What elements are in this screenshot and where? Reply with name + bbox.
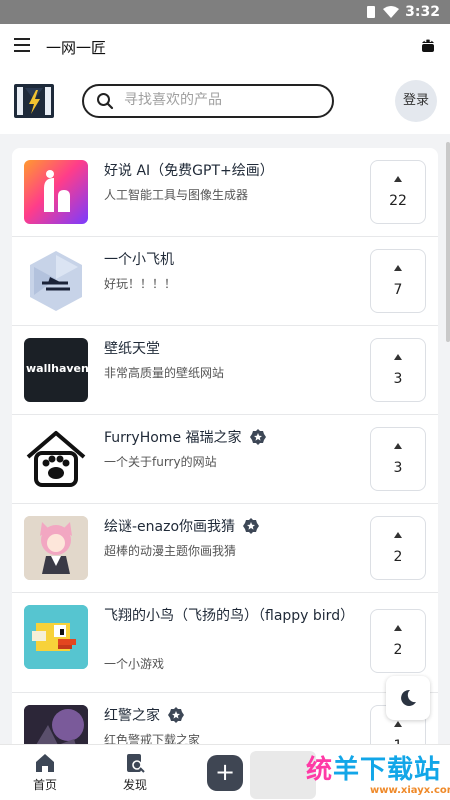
app-logo[interactable]: [14, 84, 54, 118]
upvote-button[interactable]: 7: [370, 249, 426, 313]
app-bar: 一网一匠: [0, 24, 450, 70]
nav-discover[interactable]: 发现: [110, 753, 160, 793]
flappy-bird-image: [24, 605, 88, 669]
product-description: 非常高质量的壁纸网站: [104, 366, 225, 380]
upvote-arrow-icon: [394, 176, 402, 182]
featured-star-icon: [243, 518, 260, 534]
moon-icon: [401, 689, 416, 706]
search-box[interactable]: [82, 84, 334, 118]
upvote-arrow-icon: [394, 532, 402, 538]
product-thumbnail: [24, 516, 88, 580]
wifi-icon: [383, 6, 399, 18]
add-button[interactable]: +: [207, 755, 243, 791]
vote-count: 22: [389, 193, 407, 209]
upvote-button[interactable]: 2: [370, 609, 426, 673]
search-input[interactable]: [124, 92, 324, 108]
red-alert-image: [24, 705, 88, 744]
product-thumbnail: [24, 705, 88, 744]
product-list-area[interactable]: 好说 AI（免费GPT+绘画） 人工智能工具与图像生成器 22 一个小飞机 好玩…: [0, 134, 450, 744]
product-description: 好玩！！！！: [104, 277, 177, 291]
dark-mode-toggle[interactable]: [386, 676, 430, 720]
android-icon[interactable]: [420, 36, 436, 54]
list-item[interactable]: 绘谜-enazo你画我猜 超棒的动漫主题你画我猜 2: [12, 504, 438, 593]
home-icon: [36, 754, 54, 772]
upvote-button[interactable]: 22: [370, 160, 426, 224]
list-item[interactable]: 飞翔的小鸟（飞扬的鸟）（flappy bird） 一个小游戏 2: [12, 593, 438, 693]
scrollbar[interactable]: [446, 142, 450, 342]
watermark: 统羊下载站 www.xiayx.com: [250, 747, 450, 800]
product-name[interactable]: 红警之家: [104, 705, 354, 727]
menu-icon[interactable]: [14, 38, 30, 52]
logo-icon: [17, 87, 51, 115]
discover-icon: [127, 754, 145, 773]
product-name[interactable]: 好说 AI（免费GPT+绘画）: [104, 160, 354, 182]
product-description: 超棒的动漫主题你画我猜: [104, 544, 237, 558]
vote-count: 2: [393, 549, 403, 565]
nav-discover-label: 发现: [122, 778, 147, 792]
vote-count: 3: [393, 460, 403, 476]
upvote-button[interactable]: 3: [370, 338, 426, 402]
featured-star-icon: [168, 707, 184, 723]
product-name[interactable]: 壁纸天堂: [104, 338, 354, 360]
app-title: 一网一匠: [46, 39, 107, 57]
product-description: 一个小游戏: [104, 657, 165, 671]
upvote-arrow-icon: [394, 625, 402, 631]
product-thumbnail: [24, 427, 88, 491]
nav-home[interactable]: 首页: [20, 753, 70, 793]
status-time: 3:32: [405, 4, 440, 20]
bottom-nav: 首页 发现 + 统羊下载站 www.xiayx.com: [0, 744, 450, 800]
upvote-arrow-icon: [394, 354, 402, 360]
product-thumbnail: [24, 160, 88, 224]
wallhaven-logo: wallhaven: [26, 362, 88, 375]
list-item[interactable]: FurryHome 福瑞之家 一个关于furry的网站 3: [12, 415, 438, 504]
featured-star-icon: [249, 429, 266, 445]
list-item[interactable]: 一个小飞机 好玩！！！！ 7: [12, 237, 438, 326]
login-button[interactable]: 登录: [395, 80, 437, 122]
vote-count: 3: [393, 371, 403, 387]
search-icon: [97, 93, 114, 110]
product-thumbnail: [24, 249, 88, 313]
product-list: 好说 AI（免费GPT+绘画） 人工智能工具与图像生成器 22 一个小飞机 好玩…: [12, 148, 438, 744]
product-description: 一个关于furry的网站: [104, 455, 217, 469]
paw-house-icon: [26, 431, 86, 487]
product-name[interactable]: 飞翔的小鸟（飞扬的鸟）（flappy bird）: [104, 605, 354, 627]
product-description: 红色警戒下载之家: [104, 733, 201, 744]
list-item[interactable]: 红警之家 红色警戒下载之家 1: [12, 693, 438, 744]
product-description: 人工智能工具与图像生成器: [104, 188, 249, 202]
product-name[interactable]: 一个小飞机: [104, 249, 354, 271]
upvote-button[interactable]: 2: [370, 516, 426, 580]
list-item[interactable]: wallhaven 壁纸天堂 非常高质量的壁纸网站 3: [12, 326, 438, 415]
vote-count: 2: [393, 642, 403, 658]
battery-icon: [367, 6, 375, 18]
search-row: 登录: [0, 70, 450, 134]
watermark-url: www.xiayx.com: [370, 785, 450, 796]
product-thumbnail: wallhaven: [24, 338, 88, 402]
product-thumbnail: [24, 605, 88, 669]
anime-girl-image: [24, 516, 88, 580]
upvote-arrow-icon: [394, 721, 402, 727]
product-name[interactable]: 绘谜-enazo你画我猜: [104, 516, 354, 538]
vote-count: 7: [393, 282, 403, 298]
upvote-button[interactable]: 3: [370, 427, 426, 491]
status-bar: 3:32: [0, 0, 450, 24]
nav-home-label: 首页: [32, 778, 57, 792]
list-item[interactable]: 好说 AI（免费GPT+绘画） 人工智能工具与图像生成器 22: [12, 148, 438, 237]
upvote-arrow-icon: [394, 443, 402, 449]
upvote-arrow-icon: [394, 265, 402, 271]
product-name[interactable]: FurryHome 福瑞之家: [104, 427, 354, 449]
watermark-text: 统羊下载站: [306, 755, 442, 785]
